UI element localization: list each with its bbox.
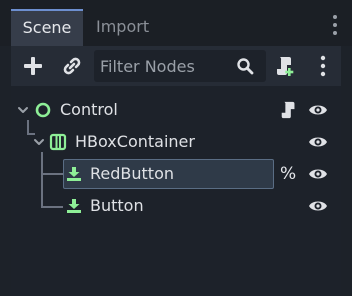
attach-script-button[interactable] — [271, 52, 299, 80]
vertical-dots-icon — [333, 15, 337, 35]
visibility-eye-icon[interactable] — [308, 165, 328, 183]
add-node-button[interactable] — [19, 52, 47, 80]
dock-tab-bar: Scene Import — [0, 0, 352, 46]
tree-item-label: HBoxContainer — [75, 132, 195, 151]
tree-item[interactable]: Button — [11, 191, 341, 221]
script-icon[interactable] — [279, 100, 299, 120]
hboxcontainer-node-icon — [49, 133, 67, 151]
scene-dock: Scene Import Filter Nodes Control HBoxCo… — [0, 0, 352, 296]
link-icon — [63, 57, 81, 75]
scene-tree[interactable]: Control HBoxContainer RedButton % Button — [11, 86, 341, 296]
visibility-eye-icon[interactable] — [308, 133, 328, 151]
control-node-icon — [35, 102, 51, 118]
tab-menu-button[interactable] — [326, 13, 344, 37]
tree-item[interactable]: Control — [11, 95, 341, 125]
instance-scene-button[interactable] — [58, 52, 86, 80]
tree-item-label: RedButton — [90, 164, 174, 183]
chevron-down-icon[interactable] — [17, 104, 29, 116]
scene-options-button[interactable] — [309, 52, 337, 80]
button-node-icon — [67, 167, 81, 181]
button-node-icon — [67, 199, 81, 213]
tab-import[interactable]: Import — [96, 9, 149, 46]
unique-name-badge[interactable]: % — [280, 163, 296, 185]
filter-nodes-box — [94, 50, 266, 82]
search-icon — [237, 58, 254, 75]
visibility-eye-icon[interactable] — [308, 101, 328, 119]
tab-scene[interactable]: Scene — [11, 9, 83, 46]
tree-item[interactable]: HBoxContainer — [11, 127, 341, 157]
tree-item-label: Control — [60, 100, 118, 119]
tree-item-selected[interactable]: RedButton % — [11, 159, 341, 189]
filter-nodes-input[interactable] — [100, 54, 230, 78]
visibility-eye-icon[interactable] — [308, 197, 328, 215]
plus-icon — [24, 57, 42, 75]
vertical-dots-icon — [320, 55, 326, 77]
chevron-down-icon[interactable] — [33, 136, 45, 148]
scene-panel: Control HB — [11, 46, 341, 296]
tree-item-label: Button — [90, 196, 144, 215]
attach-script-icon — [277, 57, 294, 76]
